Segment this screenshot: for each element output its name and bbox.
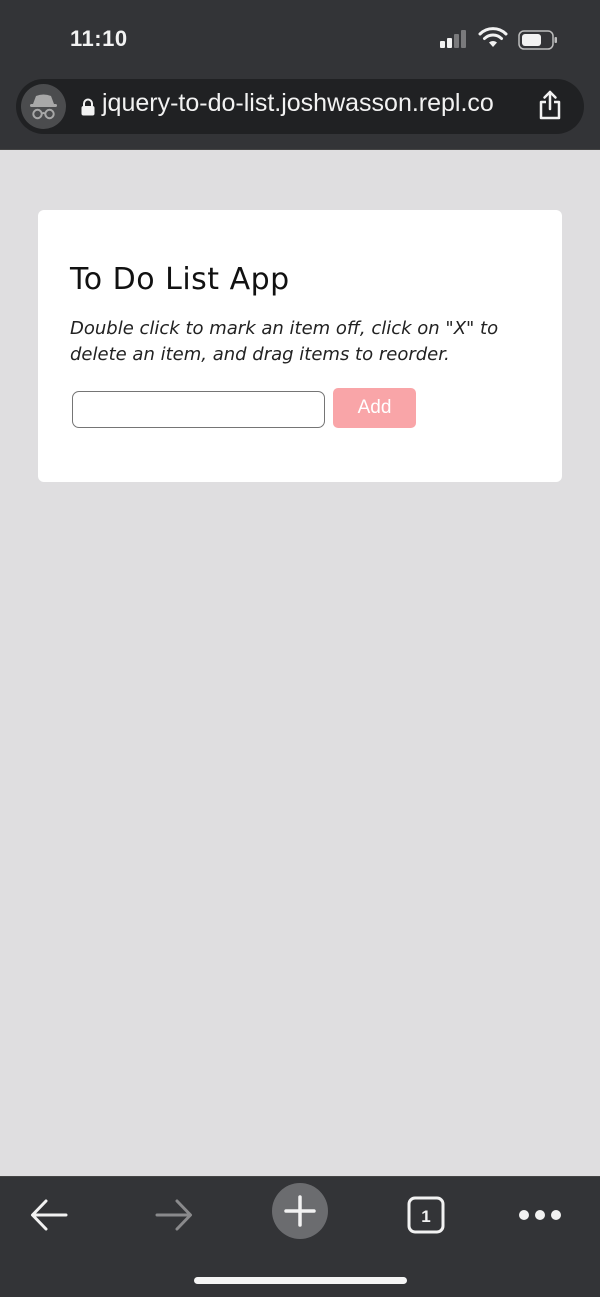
browser-top-chrome: 11:10 jquery-to-do-list.joshwasson.repl.… [0,0,600,150]
more-options-icon [519,1210,561,1220]
incognito-icon[interactable] [21,84,66,129]
tab-switcher-icon: 1 [407,1196,445,1234]
instructions-text: Double click to mark an item off, click … [70,318,499,365]
todo-input[interactable] [72,391,325,428]
status-time: 11:10 [70,26,128,51]
forward-button[interactable] [144,1187,204,1243]
url-text[interactable]: jquery-to-do-list.joshwasson.repl.co [102,89,494,118]
todo-card: To Do List App Double click to mark an i… [38,210,562,482]
lock-icon [81,98,95,116]
tab-count: 1 [421,1207,430,1226]
home-indicator [194,1277,407,1284]
back-arrow-icon [31,1199,68,1231]
add-button[interactable]: Add [333,388,416,428]
battery-icon [518,30,557,50]
more-options-button[interactable] [510,1187,570,1243]
forward-arrow-icon [155,1199,192,1231]
tab-switcher-button[interactable]: 1 [396,1187,456,1243]
url-bar[interactable]: jquery-to-do-list.joshwasson.repl.co [16,79,584,134]
signal-icon [440,30,468,48]
wifi-icon [478,27,508,47]
new-tab-plus-icon [272,1183,328,1239]
share-icon[interactable] [537,90,563,120]
back-button[interactable] [19,1187,79,1243]
new-tab-button[interactable] [270,1183,330,1239]
page-title: To Do List App [70,262,290,297]
